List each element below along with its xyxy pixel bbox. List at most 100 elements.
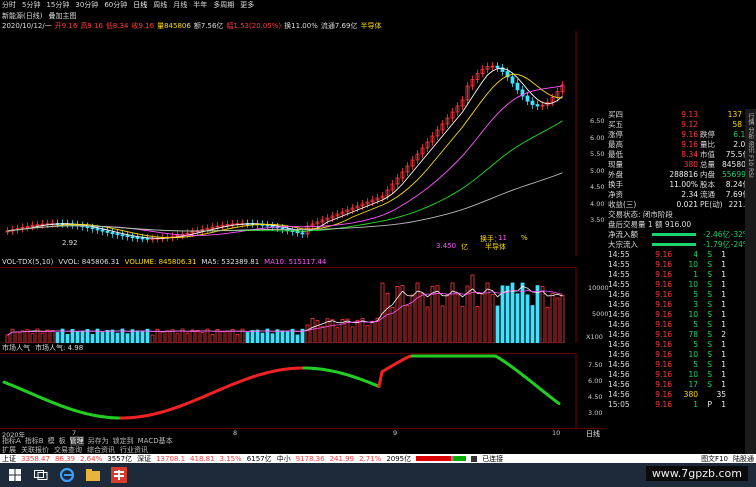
side-tab-2[interactable]: 资讯 [746,141,755,153]
tick-time: 14:56 [608,369,630,379]
file-explorer-icon[interactable] [84,467,102,483]
task-view-icon[interactable] [32,467,50,483]
volume-bar [520,282,525,343]
period-10[interactable]: 更多 [240,0,254,10]
tick-vol: 5 [693,289,698,299]
idx3-amt: 2095亿 [386,454,412,463]
side-tab-strip: 行情分析资讯 F10 RSI [745,109,756,458]
tick-side: S [707,319,712,329]
side-tab-4[interactable]: RSI [747,168,754,178]
period-1[interactable]: 5分钟 [22,0,40,10]
tick-count: 1 [721,299,726,309]
quote-value: 9.13 [681,109,698,119]
tick-row: 15:05 9.16 1 P 1 [608,399,756,409]
idx3-pct: 2.71% [359,454,382,463]
tick-row: 14:56 9.16 5 S 1 [608,289,756,299]
overlay-indicator-button[interactable]: 叠加主图 [48,11,76,21]
idx1-name[interactable]: 上证 [2,454,16,464]
candle-body [140,237,145,240]
tick-side: S [707,269,712,279]
stock-app-icon[interactable] [110,467,128,483]
flow-row: 净流入额 -2.46亿 -32% [608,229,756,239]
f10-link[interactable]: 图文F10 [701,454,728,464]
tick-row: 14:55 9.16 4 S 1 [608,249,756,259]
side-tab-3[interactable]: F10 [747,155,754,166]
tick-time: 14:55 [608,269,630,279]
period-2[interactable]: 15分钟 [46,0,69,10]
tick-count: 1 [721,249,726,259]
volume-bar [270,333,275,343]
vol-ma5: MA5: 532389.81 [201,258,260,266]
tick-price: 9.16 [655,269,672,279]
candle-body [270,225,275,228]
info-sector: 半导体 [360,22,382,30]
hk-connect-link[interactable]: 陆股通 [733,454,756,464]
period-6[interactable]: 周线 [153,0,167,10]
pop-value: 市场人气: 4.98 [35,344,84,352]
candle-body [130,236,135,239]
side-tab-1[interactable]: 分析 [746,127,755,139]
tick-price: 9.16 [655,359,672,369]
start-icon[interactable] [6,467,24,483]
vol-ma10: MA10: 515117.44 [264,258,327,266]
volume-bar [80,330,85,343]
volume-chart[interactable] [0,267,592,343]
volume-bar [55,332,60,343]
volume-bar [135,330,140,343]
vol-name[interactable]: VOL-TDX(5,10) [2,258,53,266]
vol-tick: 5000 [592,310,609,318]
candlestick-chart[interactable] [0,31,592,256]
idx2-name[interactable]: 深证 [137,454,151,464]
pop-name[interactable]: 市场人气 [2,343,30,353]
tick-price: 9.16 [655,369,672,379]
index-ticker: 上证 3358.47 86.39 2.64% 3557亿 深证 13708.1 … [0,454,756,463]
tick-time: 14:56 [608,349,630,359]
popularity-chart[interactable] [0,353,592,428]
idx1-chg: 86.39 [54,454,75,463]
period-7[interactable]: 月线 [173,0,187,10]
quote-row: 现量 380 总量 845806 [608,159,756,169]
tick-side: S [707,249,712,259]
tick-row: 14:56 9.16 10 S 1 [608,349,756,359]
edge-browser-icon[interactable] [58,467,76,483]
pop-tick: 3.00 [588,409,603,417]
quote-extra: 58 [732,119,742,129]
tick-row: 14:55 9.16 1 S 1 [608,269,756,279]
period-3[interactable]: 30分钟 [75,0,98,10]
info-tab-1[interactable]: 关联报价 [21,445,49,455]
quote-panel: 买四 9.13 137 买五 9.12 58 涨停 9.16 跌停 6.10 最高 9.16 量比 2.0… [608,109,756,454]
chart-bg [0,31,592,256]
period-toolbar: 分时 5分钟 15分钟 30分钟 60分钟 日线 周线 月线 半年 多周期 更多 [0,0,756,10]
amount-unit: 亿 [461,243,468,251]
info-tab-2[interactable]: 交易查询 [54,445,82,455]
tick-side: S [707,369,712,379]
candle-body [535,104,540,107]
period-0[interactable]: 分时 [2,0,16,10]
quote-value: 9.12 [681,119,698,129]
tick-price: 9.16 [655,299,672,309]
tick-vol: 10 [688,349,698,359]
tick-row: 14:56 9.16 78 S 2 [608,329,756,339]
side-tab-0[interactable]: 行情 [746,113,755,125]
quote-extra: 137 [727,109,742,119]
stock-name: 新能源(日线) [2,11,43,20]
tick-time: 14:56 [608,299,630,309]
tick-vol: 4 [693,249,698,259]
quote-value: 9.16 [681,129,698,139]
tick-time: 15:05 [608,399,630,409]
tick-time: 14:56 [608,359,630,369]
pop-tick: 6.00 [588,377,603,385]
volume-bar [280,330,285,343]
chart-title-bar: 新能源(日线) 叠加主图 [0,10,607,21]
period-4[interactable]: 60分钟 [104,0,127,10]
period-8[interactable]: 半年 [193,0,207,10]
turnover-value: 11 [498,234,507,242]
flow-row: 大宗流入 -1.79亿 -24% [608,239,756,249]
idx3-name[interactable]: 中小 [277,454,291,464]
period-5[interactable]: 日线 [133,0,147,10]
candle-body [95,228,100,231]
volume-bar [295,334,300,343]
period-9[interactable]: 多周期 [213,0,234,10]
idx3-chg: 241.99 [329,454,355,463]
quote-row: 最高 9.16 量比 2.00 [608,139,756,149]
